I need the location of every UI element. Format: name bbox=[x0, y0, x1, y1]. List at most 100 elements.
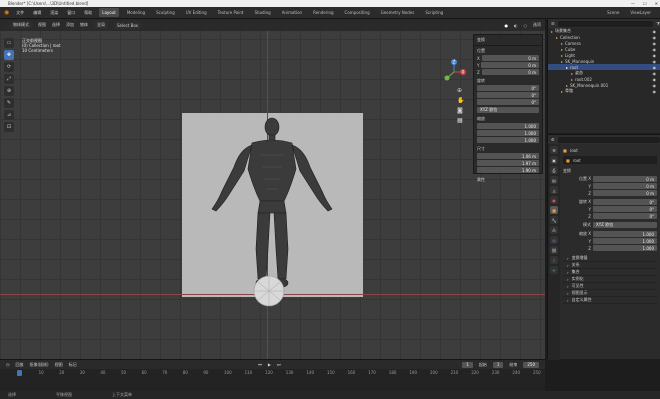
scale-tool-icon[interactable]: ⤢ bbox=[4, 74, 14, 84]
shading-solid-icon[interactable]: ● bbox=[505, 23, 509, 28]
select-box-tool-icon[interactable]: ▭ bbox=[4, 38, 14, 48]
transform-section-header[interactable]: 变换 bbox=[563, 168, 657, 174]
workspace-tab-compositing[interactable]: Compositing bbox=[342, 8, 373, 17]
properties-editor-icon[interactable]: ⚙ bbox=[551, 137, 555, 142]
properties-section-header[interactable]: › 视图显示 bbox=[563, 290, 657, 297]
marker-menu[interactable]: 标记 bbox=[69, 362, 77, 368]
outliner-item[interactable]: ▸ 骨骼 ◉ bbox=[548, 88, 660, 94]
blender-logo-icon[interactable]: ◉ bbox=[4, 9, 9, 16]
modifier-tab-icon[interactable]: 🔧 bbox=[550, 216, 558, 224]
timeline-view-menu[interactable]: 视图 bbox=[55, 362, 63, 368]
rotation-mode-dropdown[interactable]: XYZ 欧拉 bbox=[477, 107, 539, 113]
menu-help[interactable]: 帮助 bbox=[82, 8, 94, 18]
view-layer-tab-icon[interactable]: ▤ bbox=[550, 176, 558, 184]
visibility-eye-icon[interactable]: ◉ bbox=[653, 77, 657, 82]
view-menu[interactable]: 视图 bbox=[38, 22, 46, 28]
perspective-toggle-icon[interactable]: ▦ bbox=[457, 117, 464, 124]
workspace-tab-modeling[interactable]: Modeling bbox=[124, 8, 148, 17]
loc-y-field[interactable]: 0 m bbox=[593, 183, 657, 189]
object-mode-dropdown[interactable]: 物体模式 bbox=[10, 21, 32, 29]
playhead[interactable] bbox=[17, 370, 22, 376]
menu-window[interactable]: 窗口 bbox=[65, 8, 77, 18]
rotation-z-field[interactable]: 0° bbox=[477, 99, 539, 105]
workspace-tab-scripting[interactable]: Scripting bbox=[422, 8, 446, 17]
scale-x-field[interactable]: 1.000 bbox=[477, 123, 539, 129]
workspace-tab-geometry-nodes[interactable]: Geometry Nodes bbox=[378, 8, 418, 17]
properties-section-header[interactable]: › 实例化 bbox=[563, 276, 657, 283]
workspace-tab-texture-paint[interactable]: Texture Paint bbox=[215, 8, 247, 17]
scale-z-field[interactable]: 1.000 bbox=[593, 245, 657, 251]
visibility-eye-icon[interactable]: ◉ bbox=[653, 59, 657, 64]
properties-section-header[interactable]: › 自定义属性 bbox=[563, 297, 657, 304]
bone-tab-icon[interactable]: ✈ bbox=[550, 266, 558, 274]
object-tab-icon[interactable]: ■ bbox=[550, 206, 558, 214]
output-tab-icon[interactable]: ⎙ bbox=[550, 166, 558, 174]
select-box-dropdown[interactable]: Select Box bbox=[114, 21, 142, 29]
frame-ruler[interactable]: 0102030405060708090100110120130140150160… bbox=[0, 370, 545, 392]
transform-orientation-dropdown[interactable]: 全局 bbox=[94, 21, 108, 29]
camera-view-icon[interactable]: ◙ bbox=[457, 107, 464, 114]
properties-search-input[interactable] bbox=[557, 136, 660, 143]
loc-x-field[interactable]: 0 m bbox=[593, 176, 657, 182]
loc-z-field[interactable]: 0 m bbox=[593, 190, 657, 196]
rotation-x-field[interactable]: 0° bbox=[477, 85, 539, 91]
visibility-eye-icon[interactable]: ◉ bbox=[653, 41, 657, 46]
keying-menu[interactable]: 抠像(插帧) bbox=[30, 362, 49, 368]
location-y-field[interactable]: 0 m bbox=[481, 62, 539, 68]
scene-selector[interactable]: Scene bbox=[604, 8, 622, 17]
workspace-tab-sculpting[interactable]: Sculpting bbox=[153, 8, 178, 17]
properties-subpanel[interactable]: 属性 bbox=[477, 177, 539, 183]
rot-y-field[interactable]: 0° bbox=[593, 206, 657, 212]
visibility-eye-icon[interactable]: ◉ bbox=[653, 47, 657, 52]
timeline-editor-icon[interactable]: ◷ bbox=[6, 362, 10, 367]
minimize-button[interactable]: — bbox=[631, 0, 635, 7]
visibility-eye-icon[interactable]: ◉ bbox=[653, 65, 657, 70]
jump-start-icon[interactable]: ⏮ bbox=[258, 362, 262, 367]
properties-section-header[interactable]: › 集合 bbox=[563, 269, 657, 276]
select-menu[interactable]: 选择 bbox=[52, 22, 60, 28]
object-menu[interactable]: 物体 bbox=[80, 22, 88, 28]
play-icon[interactable]: ▶ bbox=[268, 362, 271, 367]
add-menu[interactable]: 添加 bbox=[66, 22, 74, 28]
workspace-tab-animation[interactable]: Animation bbox=[279, 8, 305, 17]
visibility-eye-icon[interactable]: ◉ bbox=[653, 83, 657, 88]
shading-material-icon[interactable]: ◐ bbox=[514, 23, 518, 28]
workspace-tab-rendering[interactable]: Rendering bbox=[310, 8, 336, 17]
menu-render[interactable]: 渲染 bbox=[48, 8, 60, 18]
menu-edit[interactable]: 编辑 bbox=[31, 8, 43, 18]
view-layer-selector[interactable]: ViewLayer bbox=[627, 8, 654, 17]
rot-z-field[interactable]: 0° bbox=[593, 213, 657, 219]
scale-x-field[interactable]: 1.000 bbox=[593, 231, 657, 237]
scale-y-field[interactable]: 1.000 bbox=[593, 238, 657, 244]
playback-menu[interactable]: 回放 bbox=[16, 362, 24, 368]
maximize-button[interactable]: ☐ bbox=[643, 0, 647, 7]
add-cube-tool-icon[interactable]: ⊡ bbox=[4, 122, 14, 132]
workspace-tab-uv-editing[interactable]: UV Editing bbox=[183, 8, 210, 17]
visibility-eye-icon[interactable]: ◉ bbox=[653, 35, 657, 40]
scale-y-field[interactable]: 1.000 bbox=[477, 130, 539, 136]
navigation-gizmo[interactable]: X Z bbox=[441, 59, 467, 85]
workspace-tab-shading[interactable]: Shading bbox=[251, 8, 273, 17]
object-name-input[interactable]: root bbox=[573, 158, 581, 163]
menu-file[interactable]: 文件 bbox=[14, 8, 26, 18]
outliner-search-input[interactable] bbox=[557, 20, 654, 27]
dimension-y-field[interactable]: 1.97 m bbox=[477, 160, 539, 166]
move-tool-icon[interactable]: ✥ bbox=[4, 50, 14, 60]
jump-end-icon[interactable]: ⏭ bbox=[277, 362, 281, 367]
dimension-z-field[interactable]: 1.90 m bbox=[477, 167, 539, 173]
close-button[interactable]: ✕ bbox=[655, 0, 658, 7]
outliner-editor-icon[interactable]: ☰ bbox=[551, 21, 555, 26]
particles-tab-icon[interactable]: ⁂ bbox=[550, 226, 558, 234]
pan-hand-icon[interactable]: ✋ bbox=[457, 97, 464, 104]
object-name-field[interactable]: root bbox=[570, 148, 578, 153]
options-menu[interactable]: 选项 bbox=[533, 22, 541, 28]
measure-tool-icon[interactable]: ⊿ bbox=[4, 110, 14, 120]
scene-tab-icon[interactable]: ◬ bbox=[550, 186, 558, 194]
visibility-eye-icon[interactable]: ◉ bbox=[653, 89, 657, 94]
visibility-eye-icon[interactable]: ◉ bbox=[653, 71, 657, 76]
constraints-tab-icon[interactable]: ⛓ bbox=[550, 246, 558, 254]
location-x-field[interactable]: 0 m bbox=[481, 55, 539, 61]
zoom-icon[interactable]: ⊕ bbox=[457, 87, 464, 94]
rot-x-field[interactable]: 0° bbox=[593, 199, 657, 205]
3d-viewport[interactable]: 物体模式 视图 选择 添加 物体 全局 Select Box ● ◐ ○ 选项 … bbox=[0, 19, 545, 359]
